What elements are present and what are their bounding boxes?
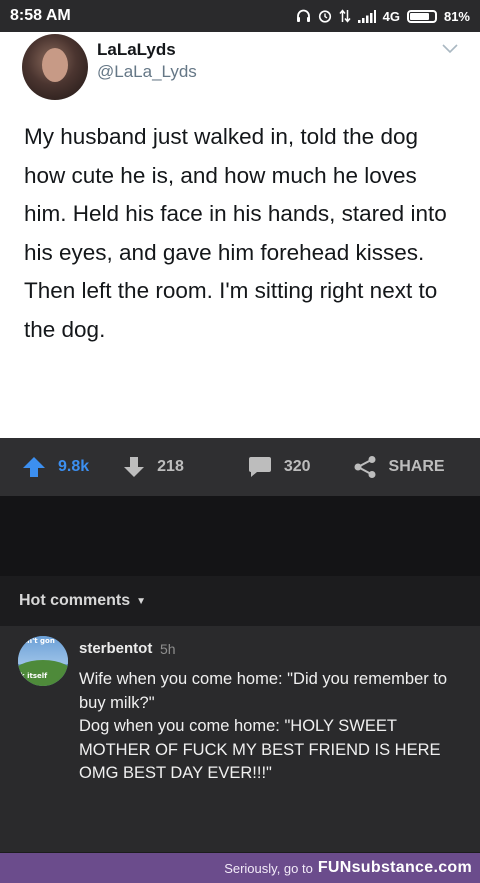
tweet-handle[interactable]: @LaLa_Lyds [97, 62, 197, 82]
downvote-button[interactable]: 218 [123, 456, 184, 478]
share-icon [354, 456, 376, 478]
hot-comments-header[interactable]: Hot comments ▼ [0, 576, 480, 626]
comment-line: Wife when you come home: "Did you rememb… [79, 670, 448, 712]
caret-down-icon: ▼ [136, 595, 147, 607]
avatar-caption-top: ain't gon [20, 637, 55, 645]
network-label: 4G [382, 8, 400, 24]
share-label: SHARE [388, 458, 445, 475]
post-action-bar: 9.8k 218 320 SHARE [0, 438, 480, 496]
avatar-face [42, 48, 68, 82]
status-icons: 4G 81% [296, 9, 470, 24]
comment-username[interactable]: sterbentot [79, 640, 152, 657]
data-arrows-icon [339, 9, 351, 23]
upvote-button[interactable]: 9.8k [22, 456, 89, 478]
comment-bubble-icon [248, 457, 271, 477]
comment-item: ain't gon k itself sterbentot 5h Wife wh… [0, 626, 480, 852]
comment-line: Dog when you come home: "HOLY SWEET MOTH… [79, 717, 441, 782]
tweet-avatar[interactable] [22, 34, 88, 100]
tweet-display-name[interactable]: LaLaLyds [97, 40, 176, 60]
tweet-card: LaLaLyds @LaLa_Lyds My husband just walk… [0, 32, 480, 438]
signal-icon [357, 9, 376, 23]
content-gap [0, 496, 480, 576]
watermark-logo: FUNsubstance.com [317, 859, 472, 876]
commenter-avatar[interactable]: ain't gon k itself [18, 636, 68, 686]
share-button[interactable]: SHARE [353, 455, 445, 479]
battery-percent: 81% [443, 8, 470, 24]
upvote-count: 9.8k [58, 458, 90, 475]
chevron-down-icon[interactable] [442, 44, 458, 54]
comment-count: 320 [283, 458, 311, 475]
arrow-up-icon [23, 457, 45, 477]
comments-button[interactable]: 320 [248, 456, 311, 478]
downvote-count: 218 [157, 458, 184, 475]
arrow-down-icon [124, 457, 145, 477]
headphones-icon [296, 9, 310, 22]
battery-icon [406, 9, 437, 23]
watermark-text: Seriously, go to [224, 860, 313, 876]
status-time: 8:58 AM [10, 7, 71, 24]
tweet-text: My husband just walked in, told the dog … [24, 124, 447, 342]
comment-timestamp: 5h [160, 641, 176, 657]
hot-comments-label: Hot comments [19, 592, 131, 609]
alarm-icon [318, 10, 331, 23]
avatar-caption-bottom: k itself [20, 672, 48, 680]
battery-fill [409, 12, 430, 20]
comment-body: Wife when you come home: "Did you rememb… [79, 668, 469, 786]
watermark-bar: Seriously, go to FUNsubstance.com [0, 853, 480, 883]
status-bar: 8:58 AM 4G 81% [0, 0, 480, 32]
